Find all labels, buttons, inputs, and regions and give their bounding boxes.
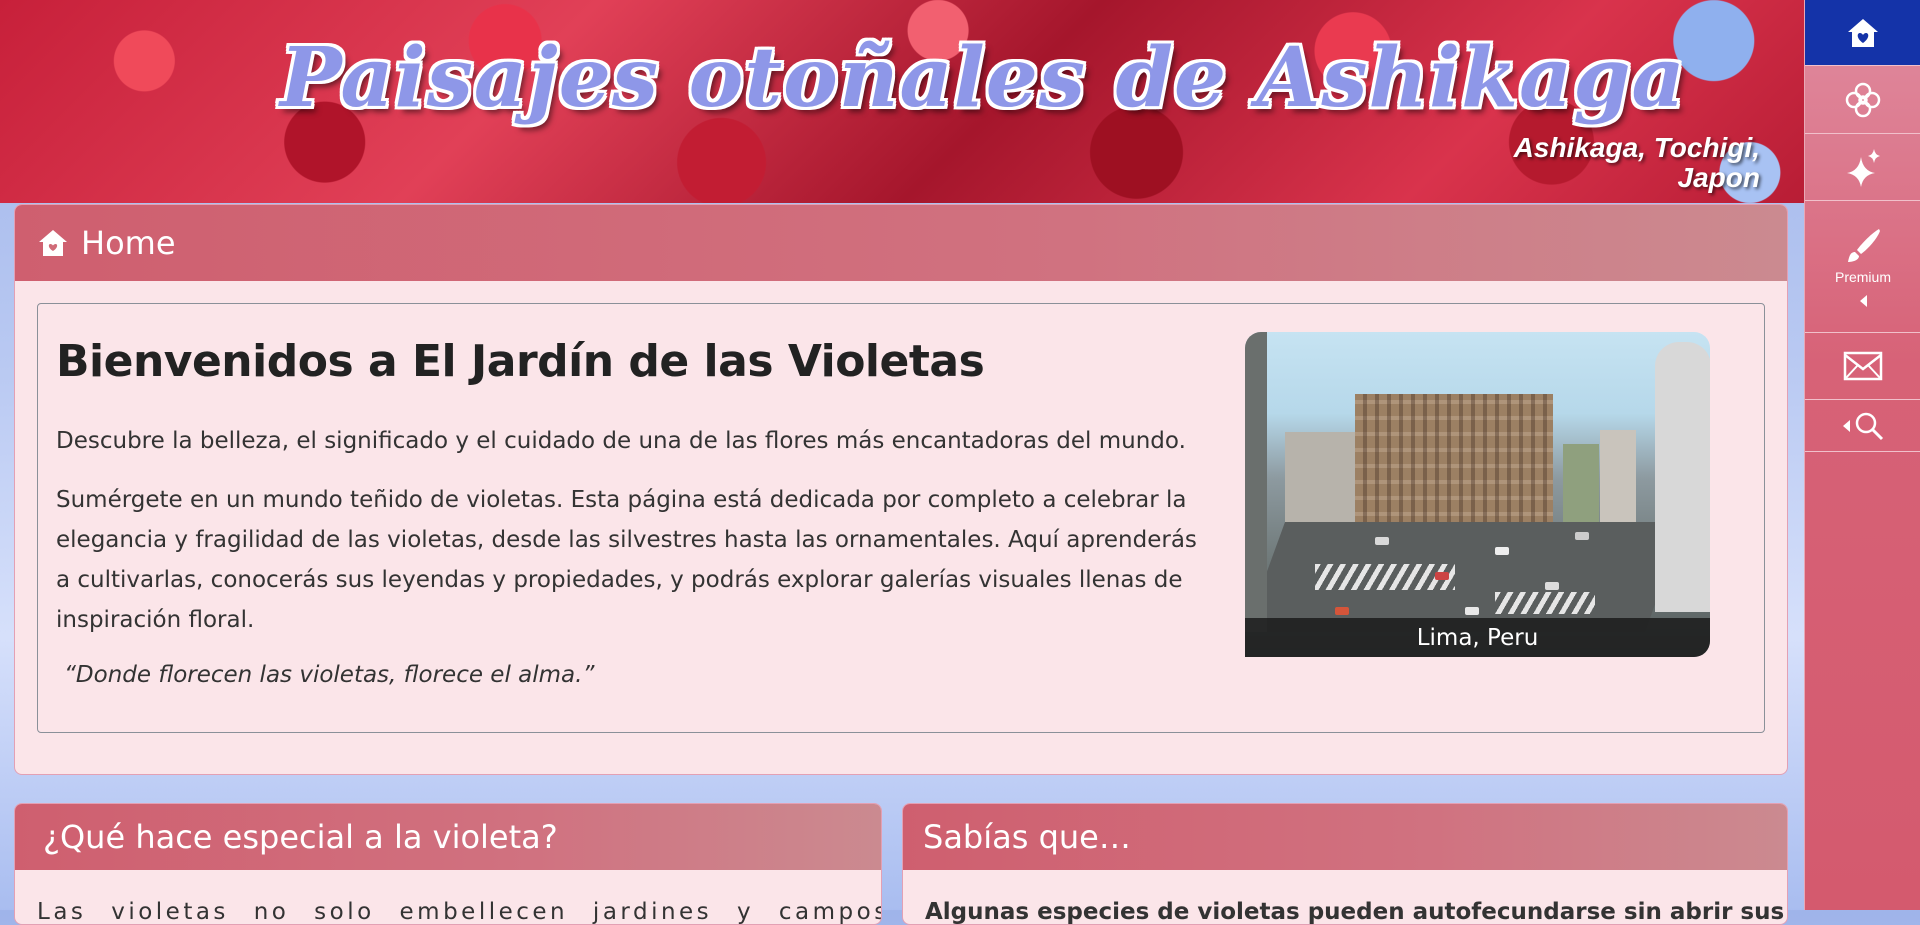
photo-car xyxy=(1465,607,1479,615)
collapse-caret-icon[interactable] xyxy=(1859,294,1867,307)
header-banner: Paisajes otoñales de Ashikaga Ashikaga, … xyxy=(0,0,1804,203)
home-panel: Home Bienvenidos a El Jardín de las Viol… xyxy=(14,204,1788,775)
intro-box: Bienvenidos a El Jardín de las Violetas … xyxy=(37,303,1765,733)
card-text: Algunas especies de violetas pueden auto… xyxy=(925,899,1785,925)
search-icon xyxy=(1855,412,1883,440)
site-title: Paisajes otoñales de Ashikaga xyxy=(280,30,1686,126)
card-title: ¿Qué hace especial a la violeta? xyxy=(15,804,881,870)
sidebar-mail-button[interactable] xyxy=(1805,333,1920,400)
home-icon xyxy=(39,230,67,256)
premium-label: Premium xyxy=(1834,268,1891,285)
intro-subtitle: Descubre la belleza, el significado y el… xyxy=(56,428,1186,454)
photo-car xyxy=(1575,532,1589,540)
violet-special-card: ¿Qué hace especial a la violeta? Las vio… xyxy=(14,803,882,925)
photo-crosswalk xyxy=(1315,564,1455,590)
home-heart-icon xyxy=(1848,18,1878,47)
photo-car xyxy=(1335,607,1349,615)
flower-icon xyxy=(1845,82,1881,117)
expand-caret-icon xyxy=(1842,419,1850,432)
card-text: Las violetas no solo embellecen jardines… xyxy=(37,899,881,925)
city-photo[interactable]: Lima, Peru xyxy=(1245,332,1710,657)
photo-car xyxy=(1435,572,1449,580)
right-sidebar: Premium xyxy=(1804,0,1920,910)
sidebar-premium-button[interactable]: Premium xyxy=(1805,201,1920,333)
intro-paragraph-line: inspiración floral. xyxy=(56,607,255,633)
banner-location: Ashikaga, Tochigi, Japon xyxy=(1514,133,1760,193)
sidebar-flower-button[interactable] xyxy=(1805,66,1920,134)
panel-header-label: Home xyxy=(81,224,176,262)
photo-car xyxy=(1495,547,1509,555)
photo-street xyxy=(1245,522,1686,632)
photo-building xyxy=(1655,342,1710,612)
photo-building xyxy=(1600,430,1636,530)
intro-paragraph-line: elegancia y fragilidad de las violetas, … xyxy=(56,527,1197,553)
photo-building xyxy=(1563,444,1599,534)
did-you-know-card: Sabías que… Algunas especies de violetas… xyxy=(902,803,1788,925)
mail-icon xyxy=(1843,351,1883,381)
sidebar-search-button[interactable] xyxy=(1805,400,1920,452)
page-title: Bienvenidos a El Jardín de las Violetas xyxy=(56,336,985,387)
panel-header: Home xyxy=(15,205,1787,281)
photo-crosswalk xyxy=(1495,592,1595,614)
intro-paragraph-line: Sumérgete en un mundo teñido de violetas… xyxy=(56,487,1187,513)
banner-location-line2: Japon xyxy=(1677,162,1760,193)
intro-quote: “Donde florecen las violetas, florece el… xyxy=(64,662,595,688)
sparkle-icon xyxy=(1847,149,1880,187)
card-title: Sabías que… xyxy=(903,804,1787,870)
intro-paragraph-line: a cultivarlas, conocerás sus leyendas y … xyxy=(56,567,1183,593)
banner-location-line1: Ashikaga, Tochigi, xyxy=(1513,132,1760,163)
photo-car xyxy=(1545,582,1559,590)
sidebar-home-button[interactable] xyxy=(1805,0,1920,66)
brush-icon xyxy=(1848,228,1880,262)
photo-caption: Lima, Peru xyxy=(1245,618,1710,657)
photo-car xyxy=(1375,537,1389,545)
photo-building xyxy=(1245,332,1267,632)
intro-paragraph: Sumérgete en un mundo teñido de violetas… xyxy=(56,480,1206,640)
sidebar-sparkle-button[interactable] xyxy=(1805,134,1920,201)
